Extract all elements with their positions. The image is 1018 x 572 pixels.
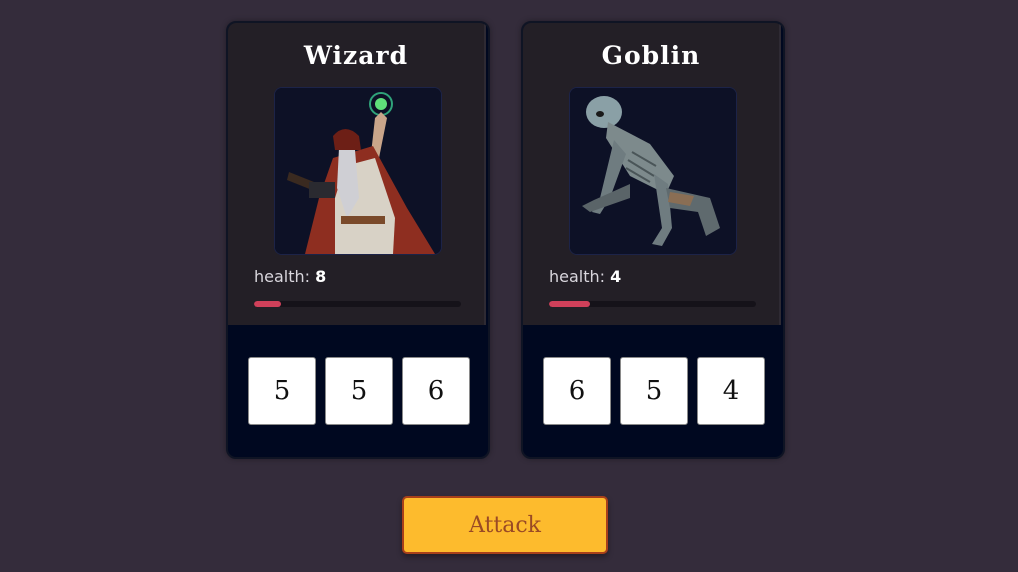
wizard-name: Wizard <box>303 41 409 70</box>
wizard-card-header: Wizard health: 8 <box>228 23 486 325</box>
goblin-card: Goblin health: 4 6 5 4 <box>521 21 785 459</box>
goblin-die-2: 5 <box>620 357 688 425</box>
wizard-health-fill <box>254 301 281 307</box>
attack-button[interactable]: Attack <box>402 496 608 554</box>
wizard-dice: 5 5 6 <box>248 357 470 425</box>
wizard-health-value: 8 <box>315 267 327 286</box>
goblin-dice: 6 5 4 <box>543 357 765 425</box>
goblin-die-1: 6 <box>543 357 611 425</box>
goblin-health-value: 4 <box>610 267 622 286</box>
wizard-figure-icon <box>275 88 441 254</box>
wizard-health: health: 8 <box>254 267 326 286</box>
goblin-health-bar <box>549 301 756 307</box>
goblin-figure-icon <box>570 88 736 254</box>
goblin-health-label: health: <box>549 267 606 286</box>
wizard-card: Wizard health: 8 5 5 6 <box>226 21 490 459</box>
goblin-health-fill <box>549 301 591 307</box>
wizard-health-bar <box>254 301 461 307</box>
goblin-die-3: 4 <box>697 357 765 425</box>
goblin-name: Goblin <box>601 41 701 70</box>
wizard-die-3: 6 <box>402 357 470 425</box>
wizard-die-1: 5 <box>248 357 316 425</box>
wizard-health-label: health: <box>254 267 311 286</box>
wizard-die-2: 5 <box>325 357 393 425</box>
wizard-portrait <box>274 87 442 255</box>
goblin-health: health: 4 <box>549 267 621 286</box>
goblin-card-header: Goblin health: 4 <box>523 23 781 325</box>
goblin-portrait <box>569 87 737 255</box>
